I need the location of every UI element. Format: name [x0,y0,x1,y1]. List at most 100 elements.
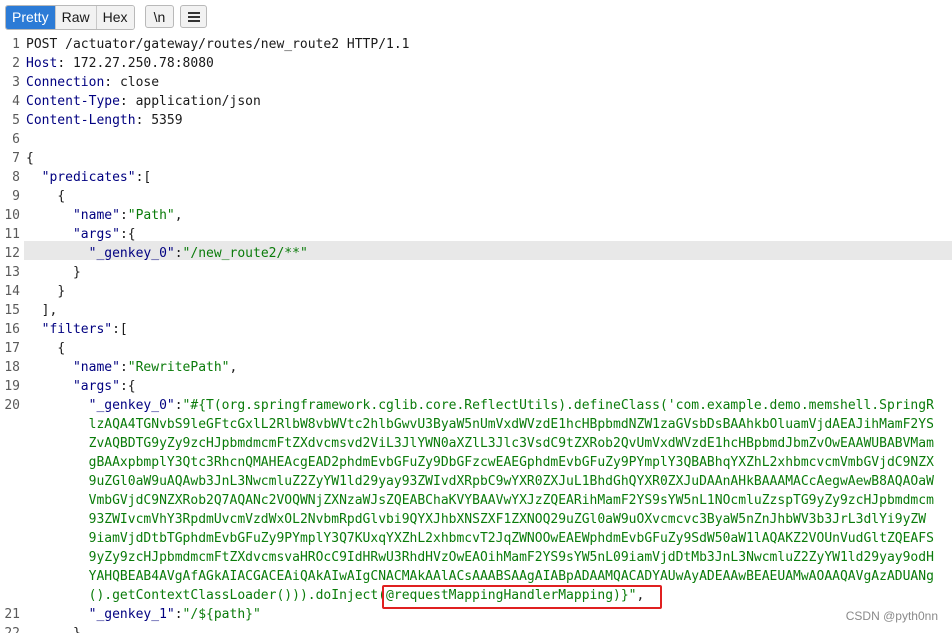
wrapped-segment: VmbGVjdC9NZXRob2Q7AQANc2VOQWNjZXNzaWJsZQ… [88,493,934,508]
line-number: 1 [12,37,20,52]
line-number: 8 [12,170,20,185]
json-key: "_genkey_0" [88,246,175,261]
json-punct: { [57,189,66,204]
json-line: "_genkey_0":"/new_route2/**" [88,246,308,261]
header-name: Content-Type [26,94,120,109]
json-value: "/new_route2/**" [182,246,308,261]
header-line: Connection: close [26,75,160,90]
request-line: POST /actuator/gateway/routes/new_route2… [26,37,410,52]
line-number: 19 [4,379,20,394]
options-menu-button[interactable] [180,5,207,28]
header-value: 5359 [151,113,183,128]
wrapped-segment: gBAAxpbmplY3Qtc3RhcnQMAHEAcgEAD2phdmEvbG… [88,455,934,470]
json-line: "name":"RewritePath", [72,360,238,375]
line-number: 14 [4,284,20,299]
line-number: 21 [4,607,20,622]
line-number: 20 [4,398,20,413]
line-number: 3 [12,75,20,90]
json-line: "args":{ [72,379,136,394]
tab-pretty[interactable]: Pretty [6,6,56,29]
json-line: "args":{ [72,227,136,242]
line-number: 7 [12,151,20,166]
line-number: 18 [4,360,20,375]
wrapped-line: 9yZy9zcHJpbmdmcmFtZXdvcmsvaHROcC9IdHRwU3… [26,548,934,567]
wrapped-segment: ().getContextClassLoader())).doInject [88,588,379,603]
json-line: } [26,263,81,282]
line-number: 6 [12,132,20,147]
json-punct: { [57,341,66,356]
request-editor[interactable]: 1 2 3 4 5 6 7 8 9 10 11 12 13 14 15 16 1… [0,35,952,633]
wrapped-line: ZvAQBDTG9yZy9zcHJpbmdmcmFtZXdvcmsvd2ViL3… [26,434,934,453]
json-line: } [26,624,81,633]
highlight-annotation-box [382,585,662,609]
line-number: 2 [12,56,20,71]
header-line: Content-Type: application/json [26,94,261,109]
json-key: "predicates" [41,170,136,185]
header-value: application/json [135,94,261,109]
json-value: "Path" [127,208,175,223]
line-number: 15 [4,303,20,318]
line-number: 11 [4,227,20,242]
line-number: 22 [0,624,20,633]
json-line: "name":"Path", [72,208,183,223]
json-key: "filters" [41,322,113,337]
tab-raw[interactable]: Raw [55,6,97,29]
tab-hex[interactable]: Hex [96,6,134,29]
header-name: Host [26,56,58,71]
watermark: CSDN @pyth0nn [845,609,938,623]
json-punct: } [72,265,81,280]
line-number: 4 [12,94,20,109]
json-value: "/${path}" [182,607,261,622]
json-punct: :[ [135,170,152,185]
json-punct: ], [41,303,58,318]
json-key: "args" [72,227,120,242]
wrapped-line: YAHQBEAB4AVgAfAGkAIACGACEAiQAkAIwAIgCNAC… [26,567,934,586]
view-mode-tabs: Pretty Raw Hex [5,5,135,30]
line-number: 5 [12,113,20,128]
json-key: "_genkey_1" [88,607,175,622]
line-number: 16 [4,322,20,337]
wrapped-segment: YAHQBEAB4AVgAfAGkAIACGACEAiQAkAIwAIgCNAC… [88,569,934,584]
json-line: "filters":[ [41,322,128,337]
line-number: 13 [4,265,20,280]
wrapped-segment: 93ZWIvcmVhY3RpdmUvcmVzdWxOL2NvbmRpdGlvbi… [88,512,927,527]
json-line: "_genkey_1":"/${path}" [88,607,261,622]
json-value: "RewritePath" [127,360,230,375]
json-line: { [26,339,65,358]
wrapped-segment: 9iamVjdDtbTGphdmEvbGFuZy9PYmplY3Q7KUxqYX… [88,531,934,546]
json-line: "predicates":[ [26,168,152,187]
wrapped-line: 9iamVjdDtbTGphdmEvbGFuZy9PYmplY3Q7KUxqYX… [26,529,934,548]
hamburger-icon [187,12,200,22]
header-line: Content-Length: 5359 [26,113,183,128]
header-line: Host: 172.27.250.78:8080 [26,56,214,71]
line-number: 17 [4,341,20,356]
json-line: } [26,282,65,301]
json-punct: } [73,626,81,633]
line-number: 12 [4,246,20,261]
json-key: "name" [72,208,120,223]
json-line: "_genkey_0":"#{T(org.springframework.cgl… [88,398,934,413]
wrapped-line: 9uZGl0aW9uAQAwb3JnL3NwcmluZ2ZyYW1ld29yay… [26,472,934,491]
wrapped-line: lzAQA4TGNvbS9leGFtcGxlL2RlbW8vbWVtc2hlbG… [26,415,934,434]
wrapped-segment: lzAQA4TGNvbS9leGFtcGxlL2RlbW8vbWVtc2hlbG… [88,417,934,432]
json-line: { [26,187,65,206]
header-value: close [119,75,160,90]
json-line: { [26,151,34,166]
wrapped-line: 93ZWIvcmVhY3RpdmUvcmVzdWxOL2NvbmRpdGlvbi… [26,510,926,529]
json-value: "#{T(org.springframework.cglib.core.Refl… [182,398,934,413]
json-line: ], [26,301,58,320]
wrapped-segment: ZvAQBDTG9yZy9zcHJpbmdmcmFtZXdvcmsvd2ViL3… [88,436,934,451]
line-number: 9 [12,189,20,204]
wrapped-line: gBAAxpbmplY3Qtc3RhcnQMAHEAcgEAD2phdmEvbG… [26,453,934,472]
json-punct: } [57,284,66,299]
wrapped-line: VmbGVjdC9NZXRob2Q7AQANc2VOQWNjZXNzaWJsZQ… [26,491,934,510]
wrapped-segment: 9yZy9zcHJpbmdmcmFtZXdvcmsvaHROcC9IdHRwU3… [88,550,934,565]
json-key: "args" [72,379,120,394]
header-name: Content-Length [26,113,136,128]
show-newlines-button[interactable]: \n [145,5,174,28]
wrapped-segment: 9uZGl0aW9uAQAwb3JnL3NwcmluZ2ZyYW1ld29yay… [88,474,934,489]
editor-toolbar: Pretty Raw Hex \n [0,0,952,33]
header-name: Connection [26,75,105,90]
header-value: 172.27.250.78:8080 [72,56,214,71]
json-key: "name" [72,360,120,375]
